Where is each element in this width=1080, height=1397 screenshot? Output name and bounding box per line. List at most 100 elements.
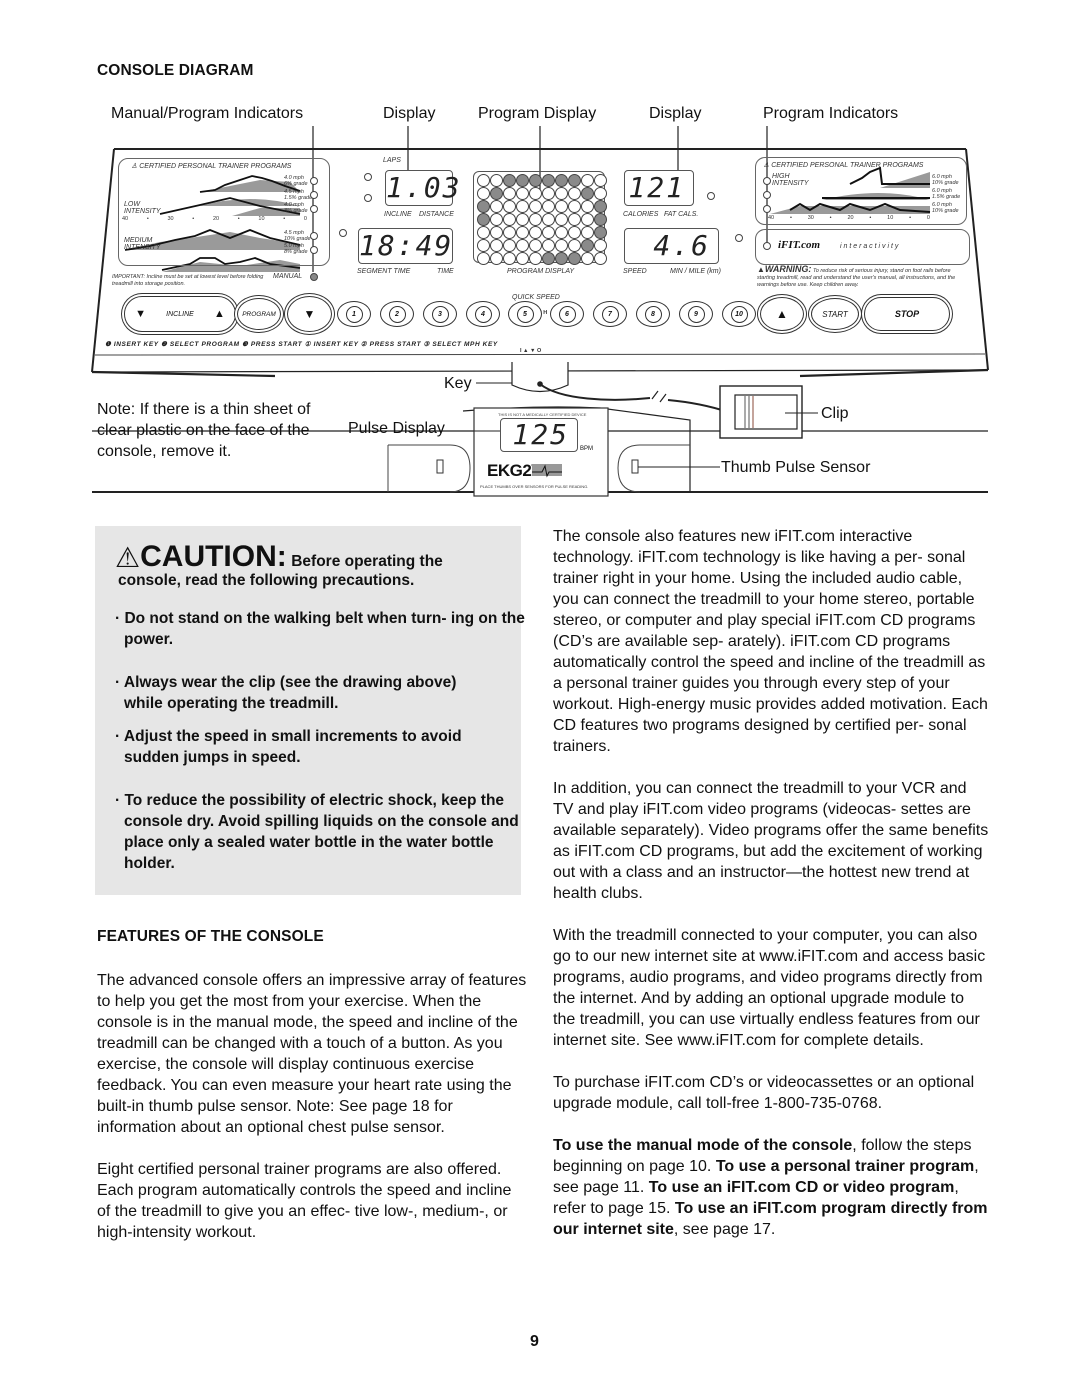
instruction-strip: ❶ INSERT KEY ❷ SELECT PROGRAM ❸ PRESS ST… <box>105 341 498 348</box>
thumb-instruction: PLACE THUMBS OVER SENSORS FOR PULSE READ… <box>480 484 589 489</box>
features-right-column: The console also features new iFIT.com i… <box>553 526 989 1261</box>
program-button[interactable]: PROGRAM <box>237 298 281 330</box>
program-display-matrix <box>473 171 607 265</box>
matrix-dot <box>594 252 607 265</box>
matrix-dot <box>581 174 594 187</box>
matrix-dot <box>529 239 542 252</box>
matrix-dot <box>581 187 594 200</box>
quick-speed-7-button[interactable]: 7 <box>593 301 627 327</box>
incline-up-icon[interactable]: ▲ <box>214 308 225 320</box>
quick-speed-label: 8 <box>644 305 662 323</box>
matrix-dot <box>516 213 529 226</box>
matrix-dot <box>490 252 503 265</box>
speed-up-button[interactable]: ▲ <box>760 297 804 331</box>
right-axis-ticks: 40 • 30 • 20 • 10 • 0 <box>768 215 930 221</box>
pace-indicator-led <box>735 234 743 242</box>
matrix-dot <box>529 174 542 187</box>
program-indicator-led <box>310 177 318 185</box>
quick-speed-3-button[interactable]: 3 <box>423 301 457 327</box>
paragraph: Eight certified personal trainer program… <box>97 1161 512 1241</box>
page-number: 9 <box>530 1333 539 1350</box>
matrix-dot <box>555 252 568 265</box>
warning-label: ▲WARNING: To reduce risk of serious inju… <box>757 264 956 289</box>
matrix-dot <box>503 226 516 239</box>
incline-down-icon[interactable]: ▼ <box>135 308 146 320</box>
program-label-1: 4.0 mph 6% grade <box>284 175 308 187</box>
matrix-dot <box>516 239 529 252</box>
quick-speed-label: 4 <box>474 305 492 323</box>
quick-speed-label: 10 <box>730 305 748 323</box>
program-indicator-led <box>310 191 318 199</box>
features-left-column: The advanced console offers an impressiv… <box>97 970 529 1264</box>
heartbeat-icon <box>532 464 562 478</box>
time-display: 18:49 <box>358 228 454 264</box>
matrix-dot <box>581 213 594 226</box>
caution-lead: console, read the following precautions. <box>118 572 415 589</box>
matrix-dot <box>542 213 555 226</box>
start-button[interactable]: START <box>811 298 859 330</box>
matrix-dot <box>477 252 490 265</box>
matrix-dot <box>594 239 607 252</box>
matrix-dot <box>568 213 581 226</box>
quick-speed-2-button[interactable]: 2 <box>380 301 414 327</box>
fat-cals-indicator-led <box>707 192 715 200</box>
quick-speed-8-button[interactable]: 8 <box>636 301 670 327</box>
stop-button[interactable]: STOP <box>864 297 950 331</box>
quick-speed-10-button[interactable]: 10 <box>722 301 756 327</box>
speed-label: SPEED <box>623 268 647 275</box>
quick-speed-1-button[interactable]: 1 <box>337 301 371 327</box>
caution-bullet: · Always wear the clip (see the drawing … <box>115 674 457 712</box>
matrix-dot <box>503 239 516 252</box>
ekg2-logo: EKG2V <box>487 461 536 480</box>
quick-speed-9-button[interactable]: 9 <box>679 301 713 327</box>
program-label-5: 5.0 mph 8% grade <box>284 243 308 255</box>
laps-indicator-led <box>364 173 372 181</box>
quick-speed-label: 7 <box>601 305 619 323</box>
incline-indicator-led <box>364 194 372 202</box>
quick-speed-4-button[interactable]: 4 <box>466 301 500 327</box>
program-indicator-led <box>763 191 771 199</box>
medical-disclaimer: THIS IS NOT A MEDICALLY CERTIFIED DEVICE <box>498 412 587 417</box>
paragraph: To purchase iFIT.com CD’s or videocasset… <box>553 1074 975 1112</box>
matrix-dot <box>594 187 607 200</box>
program-indicator-led <box>763 177 771 185</box>
paragraph: The advanced console offers an impressiv… <box>97 972 527 1136</box>
quick-speed-5-button[interactable]: 5 <box>508 301 542 327</box>
key-slot-marks: I ▲ ▼ O <box>520 348 542 354</box>
fat-cals-label: FAT CALS. <box>664 211 699 218</box>
program-label-4: 4.5 mph 10% grade <box>284 230 311 242</box>
matrix-dot <box>503 187 516 200</box>
matrix-dot <box>516 187 529 200</box>
right-panel-title: ♙ CERTIFIED PERSONAL TRAINER PROGRAMS <box>763 162 924 169</box>
ifit-logo: iFIT.com <box>778 239 821 251</box>
matrix-dot <box>503 200 516 213</box>
matrix-dot <box>529 226 542 239</box>
speed-down-button[interactable]: ▼ <box>287 296 332 332</box>
quick-speed-label: 3 <box>431 305 449 323</box>
quick-speed-label: 9 <box>687 305 705 323</box>
program-display-label: PROGRAM DISPLAY <box>507 268 575 275</box>
matrix-dot <box>503 213 516 226</box>
matrix-dot <box>477 239 490 252</box>
incline-button[interactable]: ▼ INCLINE ▲ <box>124 296 236 332</box>
paragraph: In addition, you can connect the treadmi… <box>553 780 989 902</box>
matrix-dot <box>594 200 607 213</box>
matrix-dot <box>568 187 581 200</box>
plastic-sheet-note: Note: If there is a thin sheet of clear … <box>97 401 311 460</box>
matrix-dot <box>594 213 607 226</box>
matrix-dot <box>542 226 555 239</box>
matrix-dot <box>490 174 503 187</box>
paragraph: The console also features new iFIT.com i… <box>553 528 988 755</box>
medium-intensity-label: MEDIUM INTENSITY <box>124 237 161 251</box>
matrix-dot <box>516 174 529 187</box>
matrix-dot <box>555 200 568 213</box>
quick-speed-label: 1 <box>345 305 363 323</box>
min-mile-label: MIN / MILE (km) <box>670 268 721 275</box>
low-intensity-label: LOW INTENSITY <box>124 201 161 215</box>
warning-triangle-icon: ⚠ <box>115 542 141 573</box>
quick-speed-6-button[interactable]: 6 <box>550 301 584 327</box>
matrix-dot <box>555 226 568 239</box>
important-note: IMPORTANT: Incline must be set at lowest… <box>112 274 264 287</box>
caution-heading: ⚠CAUTION: Before operating the <box>115 540 443 573</box>
program-label-3: 4.0 mph 8% grade <box>284 202 308 214</box>
